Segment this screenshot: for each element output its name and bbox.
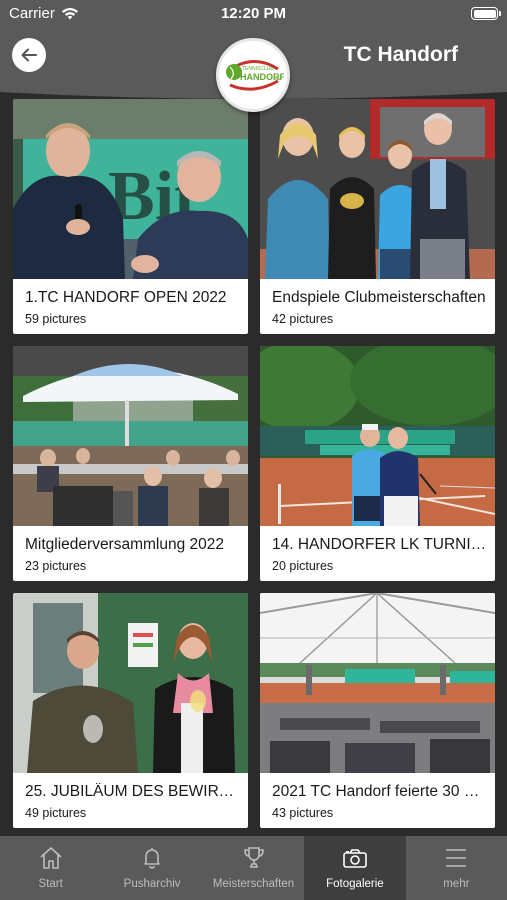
album-title: Mitgliederversammlung 2022	[25, 536, 225, 553]
svg-text:e.V.: e.V.	[275, 76, 282, 81]
album-count: 20 pictures	[272, 559, 334, 573]
album-thumbnail	[13, 593, 248, 773]
tab-label: Fotogalerie	[326, 878, 384, 890]
tab-pusharchiv[interactable]: Pusharchiv	[101, 836, 202, 900]
camera-icon	[343, 849, 367, 868]
album-thumbnail: Bit	[13, 99, 248, 279]
album-thumbnail	[13, 346, 248, 526]
album-card[interactable]: 2021 TC Handorf feierte 30 Jahre 43 pict…	[260, 593, 495, 828]
album-title: 25. JUBILÄUM DES BEWIRTERS	[25, 783, 240, 800]
album-thumbnail	[260, 99, 495, 279]
album-title: 2021 TC Handorf feierte 30 Jahre	[272, 783, 487, 800]
tab-fotogalerie[interactable]: Fotogalerie	[304, 836, 406, 900]
tab-label: mehr	[443, 878, 470, 890]
club-logo: TENNISCLUB HANDORF e.V.	[216, 38, 290, 112]
album-card[interactable]: Bit 1.TC HANDORF OPEN 2022 59 pictures	[13, 99, 248, 334]
album-thumbnail	[260, 346, 495, 526]
album-count: 59 pictures	[25, 312, 87, 326]
album-count: 43 pictures	[272, 806, 334, 820]
album-count: 49 pictures	[25, 806, 87, 820]
tab-label: Start	[38, 878, 63, 890]
tab-bar: Start Pusharchiv Meisterschaften Fotogal…	[0, 836, 507, 900]
status-bar: Carrier 12:20 PM	[0, 0, 507, 28]
home-icon	[40, 847, 62, 869]
album-grid: Bit 1.TC HANDORF OPEN 2022 59 pictures E…	[0, 88, 507, 836]
tab-meisterschaften[interactable]: Meisterschaften	[203, 836, 304, 900]
page-title: TC Handorf	[343, 43, 458, 66]
battery-icon	[471, 7, 501, 20]
album-title: 14. HANDORFER LK TURNIER	[272, 536, 487, 553]
tab-label: Pusharchiv	[123, 878, 181, 890]
album-title: Endspiele Clubmeisterschaften	[272, 289, 486, 306]
tab-mehr[interactable]: mehr	[406, 836, 507, 900]
album-card[interactable]: 25. JUBILÄUM DES BEWIRTERS 49 pictures	[13, 593, 248, 828]
album-title: 1.TC HANDORF OPEN 2022	[25, 289, 227, 306]
album-card[interactable]: Endspiele Clubmeisterschaften 42 picture…	[260, 99, 495, 334]
arrow-left-icon	[21, 48, 37, 62]
album-count: 23 pictures	[25, 559, 87, 573]
album-thumbnail	[260, 593, 495, 773]
menu-icon	[446, 849, 467, 867]
album-card[interactable]: 14. HANDORFER LK TURNIER 20 pictures	[260, 346, 495, 581]
trophy-icon	[243, 847, 264, 868]
tab-start[interactable]: Start	[0, 836, 101, 900]
clock: 12:20 PM	[220, 5, 287, 22]
back-button[interactable]	[12, 38, 46, 72]
album-count: 42 pictures	[272, 312, 334, 326]
tab-label: Meisterschaften	[212, 878, 295, 890]
bell-icon	[144, 848, 160, 869]
album-card[interactable]: Mitgliederversammlung 2022 23 pictures	[13, 346, 248, 581]
